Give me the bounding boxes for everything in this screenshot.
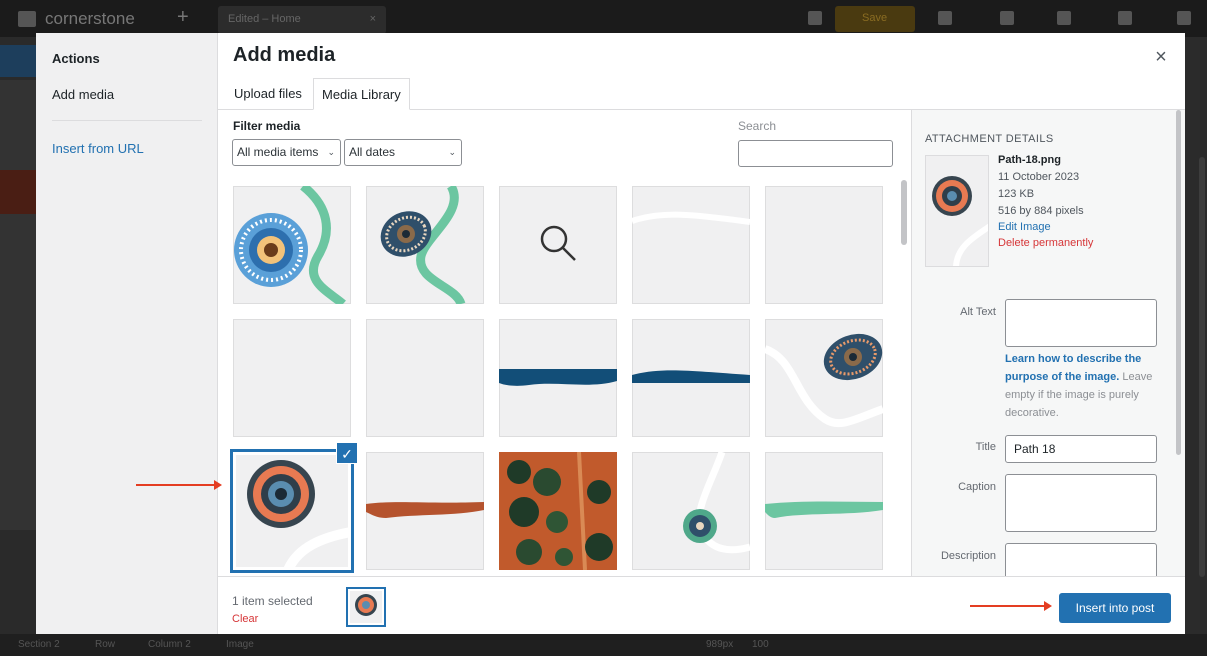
attachment-blank[interactable]	[366, 319, 484, 437]
tab-upload-files[interactable]: Upload files	[226, 78, 310, 110]
attachment-blank[interactable]	[765, 186, 883, 304]
editor-save-label: Save	[862, 12, 888, 24]
menu-actions-heading: Actions	[52, 51, 100, 66]
search-media-input[interactable]	[738, 140, 893, 167]
grid-scrollbar-thumb[interactable]	[901, 180, 907, 245]
media-frame-menu: Actions Add media Insert from URL	[36, 33, 218, 634]
attachment-oval-path[interactable]	[366, 186, 484, 304]
editor-scrollbar[interactable]	[1199, 157, 1205, 577]
chevron-down-icon: ⌄	[327, 147, 335, 157]
selection-thumbnail[interactable]	[346, 587, 386, 627]
media-date-select[interactable]: All dates ⌄	[344, 139, 462, 166]
search-icon[interactable]	[1000, 11, 1014, 25]
layers-icon[interactable]	[938, 11, 952, 25]
modal-title: Add media	[233, 44, 336, 66]
editor-right-edge	[1185, 37, 1207, 637]
edit-image-link[interactable]: Edit Image	[998, 221, 1051, 233]
attachment-green-dot[interactable]	[632, 452, 750, 570]
attachment-details-heading: ATTACHMENT DETAILS	[925, 133, 1054, 145]
editor-tab-title: Edited – Home	[228, 13, 301, 25]
breadcrumb-image[interactable]: Image	[226, 639, 254, 650]
arrow-head-icon	[214, 480, 222, 490]
box-icon[interactable]	[1057, 11, 1071, 25]
title-field-value: Path 18	[1014, 442, 1056, 456]
attachments-browser: Filter media All media items ⌄ All dates…	[218, 110, 911, 576]
clear-selection-link[interactable]: Clear	[232, 613, 258, 625]
close-tab-icon[interactable]: ×	[370, 13, 376, 25]
attachment-placeholder[interactable]	[499, 186, 617, 304]
external-link-icon[interactable]	[808, 11, 822, 25]
editor-status-bar: Section 2 Row Column 2 Image 989px 100	[0, 634, 1207, 656]
annotation-arrow-insert-button	[970, 601, 1052, 611]
close-modal-button[interactable]: ×	[1148, 46, 1174, 72]
attachment-flower-selected[interactable]	[233, 452, 351, 570]
title-label: Title	[975, 441, 996, 453]
attachment-details-sidebar: ATTACHMENT DETAILS Path-18.png 11 Octobe…	[911, 110, 1185, 576]
menu-separator	[52, 120, 202, 121]
description-field[interactable]	[1005, 543, 1157, 576]
tab-media-library[interactable]: Media Library	[313, 78, 410, 110]
caption-label: Caption	[958, 481, 996, 493]
attachment-dimensions: 516 by 884 pixels	[998, 205, 1084, 217]
alt-text-field[interactable]	[1005, 299, 1157, 347]
attachment-white-line[interactable]	[632, 186, 750, 304]
attachment-size: 123 KB	[998, 188, 1035, 200]
new-tab-icon[interactable]: +	[177, 6, 189, 29]
editor-tab[interactable]: Edited – Home ×	[218, 6, 386, 34]
alt-text-help: Learn how to describe the purpose of the…	[1005, 350, 1165, 422]
attachment-blue-band-2[interactable]	[632, 319, 750, 437]
grid-scrollbar[interactable]	[901, 180, 907, 576]
insert-into-post-button[interactable]: Insert into post	[1059, 593, 1171, 623]
breadcrumb-row[interactable]: Row	[95, 639, 115, 650]
add-media-modal: Actions Add media Insert from URL Add me…	[36, 33, 1185, 634]
editor-canvas-blue	[0, 45, 36, 77]
selected-check-icon[interactable]: ✓	[336, 442, 358, 464]
attachments-grid: ✓	[218, 180, 898, 576]
media-type-value: All media items	[237, 145, 319, 159]
editor-canvas-edge	[0, 80, 36, 530]
viewport-width: 989px	[706, 639, 734, 650]
layout-icon[interactable]	[1118, 11, 1132, 25]
description-label: Description	[940, 550, 996, 562]
attachment-aerial[interactable]	[499, 452, 617, 570]
attachment-brown-band[interactable]	[366, 452, 484, 570]
attachment-filename: Path-18.png	[998, 154, 1061, 166]
chevron-down-icon: ⌄	[448, 147, 456, 157]
editor-topbar: cornerstone + Edited – Home × Save	[0, 0, 1207, 37]
attachment-green-band[interactable]	[765, 452, 883, 570]
editor-brand: cornerstone	[45, 9, 135, 28]
attachment-blank[interactable]	[233, 319, 351, 437]
settings-icon[interactable]	[1177, 11, 1191, 25]
editor-save-button[interactable]: Save	[835, 6, 915, 32]
annotation-arrow-selected-item	[136, 480, 222, 490]
menu-item-add-media[interactable]: Add media	[52, 87, 114, 102]
arrow-head-icon	[1044, 601, 1052, 611]
attachment-date: 11 October 2023	[998, 171, 1080, 183]
menu-item-insert-from-url[interactable]: Insert from URL	[52, 141, 144, 156]
sidebar-scrollbar[interactable]	[1176, 110, 1181, 455]
title-field[interactable]: Path 18	[1005, 435, 1157, 463]
cornerstone-logo-icon	[18, 11, 36, 27]
filter-media-label: Filter media	[233, 119, 301, 133]
media-type-select[interactable]: All media items ⌄	[232, 139, 341, 166]
editor-canvas-red	[0, 170, 36, 214]
breadcrumb-section[interactable]: Section 2	[18, 639, 60, 650]
attachment-dot-path[interactable]	[233, 186, 351, 304]
delete-permanently-link[interactable]: Delete permanently	[998, 237, 1093, 249]
breadcrumb-column[interactable]: Column 2	[148, 639, 191, 650]
attachment-oval-corner[interactable]	[765, 319, 883, 437]
alt-text-label: Alt Text	[960, 306, 996, 318]
selection-count: 1 item selected	[232, 594, 313, 608]
zoom-level: 100	[752, 639, 769, 650]
attachment-blue-band[interactable]	[499, 319, 617, 437]
caption-field[interactable]	[1005, 474, 1157, 532]
search-label: Search	[738, 119, 777, 133]
media-date-value: All dates	[349, 145, 396, 159]
attachment-thumbnail	[925, 155, 989, 267]
